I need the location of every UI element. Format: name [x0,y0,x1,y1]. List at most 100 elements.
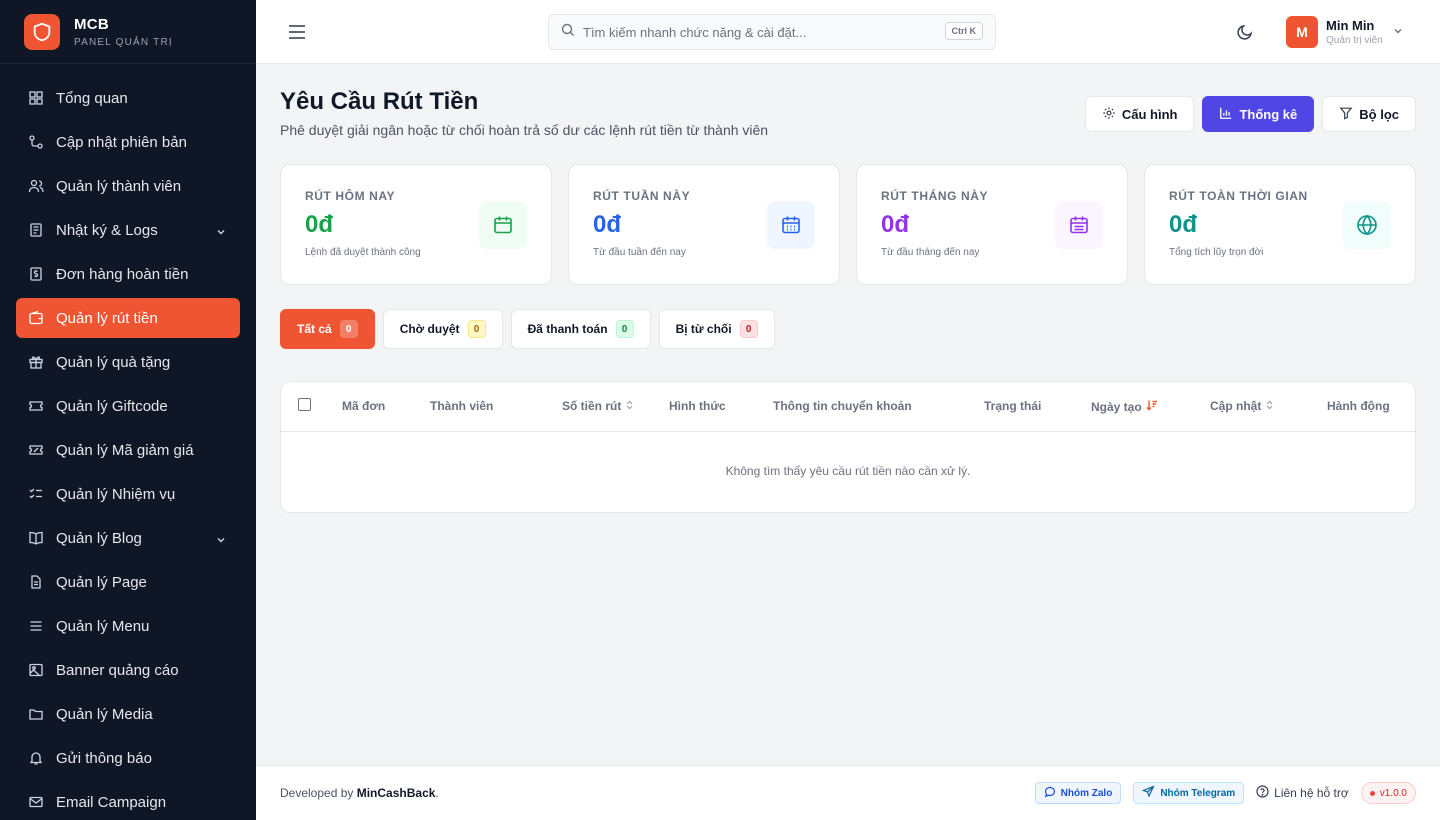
telegram-group-link[interactable]: Nhóm Telegram [1133,782,1245,804]
sidebar-item-don-hang[interactable]: Đơn hàng hoàn tiền [16,254,240,294]
bell-icon [28,750,44,766]
calendar-icon [479,201,527,249]
column-header-updated[interactable]: Cập nhật [1210,399,1274,413]
stats-button-label: Thống kê [1239,106,1298,122]
sidebar-item-label: Quản lý Nhiệm vụ [56,485,176,503]
sidebar-item-blog[interactable]: Quản lý Blog [16,518,240,558]
count-badge: 0 [467,320,486,338]
developer-link[interactable]: MinCashBack [357,786,436,800]
sidebar-item-qua-tang[interactable]: Quản lý quà tặng [16,342,240,382]
search-input[interactable] [583,24,923,40]
column-header-created[interactable]: Ngày tạo [1091,399,1158,414]
folder-icon [28,706,44,722]
hamburger-menu-icon[interactable] [288,22,306,42]
send-icon [1142,785,1156,801]
shield-logo-icon [24,13,60,50]
users-icon [28,178,44,194]
zalo-group-link[interactable]: Nhóm Zalo [1034,782,1122,804]
brand-subtitle: PANEL QUẢN TRỊ [74,36,173,48]
dashboard-icon [28,90,44,106]
brand[interactable]: MCB PANEL QUẢN TRỊ [0,0,256,64]
stat-card-all-time: RÚT TOÀN THỜI GIAN 0đ Tổng tích lũy trọn… [1144,164,1416,285]
image-icon [28,662,44,678]
page-icon [28,574,44,590]
sidebar-item-thong-bao[interactable]: Gửi thông báo [16,738,240,778]
stat-desc: Từ đầu tháng đến nay [881,247,980,258]
sidebar: MCB PANEL QUẢN TRỊ Tổng quan Cập nhật ph… [0,0,256,820]
chevron-down-icon [1393,23,1403,41]
column-header-code: Mã đơn [342,399,386,413]
user-name: Min Min [1326,18,1375,33]
tab-label: Tất cả [297,322,332,336]
tab-all[interactable]: Tất cả 0 [280,309,375,349]
chevron-down-icon [216,532,226,549]
developer-credit: Developed by MinCashBack. [280,786,439,800]
sidebar-item-label: Quản lý quà tặng [56,353,171,371]
mail-icon [28,794,44,810]
sort-icon [625,399,634,413]
tab-rejected[interactable]: Bị từ chối 0 [658,309,775,349]
sidebar-item-label: Quản lý Media [56,705,153,723]
stat-desc: Tổng tích lũy trọn đời [1169,247,1264,258]
bar-chart-icon [1219,106,1233,123]
column-header-actions: Hành động [1327,399,1390,413]
column-header-amount[interactable]: Số tiền rút [562,399,634,413]
sidebar-item-label: Quản lý thành viên [56,177,182,195]
sidebar-item-label: Nhật ký & Logs [56,221,158,239]
sidebar-item-media[interactable]: Quản lý Media [16,694,240,734]
user-menu[interactable]: M Min Min Quản trị viên [1286,16,1403,48]
brand-name: MCB [74,15,110,33]
column-header-bank-info: Thông tin chuyển khoản [773,399,912,413]
page-title: Yêu Cầu Rút Tiền [280,88,479,115]
sidebar-item-page[interactable]: Quản lý Page [16,562,240,602]
support-link[interactable]: Liên hệ hỗ trợ [1256,782,1349,804]
stat-label: RÚT TUẦN NÀY [593,189,691,203]
sort-desc-icon [1146,399,1158,414]
tab-pending[interactable]: Chờ duyệt 0 [382,309,503,349]
select-all-checkbox[interactable] [298,398,311,411]
search-bar[interactable]: Ctrl K [548,14,996,50]
sidebar-item-thanh-vien[interactable]: Quản lý thành viên [16,166,240,206]
sidebar-item-email[interactable]: Email Campaign [16,782,240,820]
sidebar-item-ma-giam-gia[interactable]: Quản lý Mã giảm giá [16,430,240,470]
sidebar-item-menu[interactable]: Quản lý Menu [16,606,240,646]
sidebar-item-tong-quan[interactable]: Tổng quan [16,78,240,118]
sort-icon [1265,399,1274,413]
sidebar-item-label: Gửi thông báo [56,749,152,767]
stats-button[interactable]: Thống kê [1202,96,1315,132]
version-badge: v1.0.0 [1360,782,1416,804]
checklist-icon [28,486,44,502]
sidebar-item-label: Quản lý Giftcode [56,397,168,415]
config-button[interactable]: Cấu hình [1084,96,1195,132]
page-actions: Cấu hình Thống kê Bộ lọc [1084,96,1416,132]
stat-value: 0đ [593,211,622,238]
sidebar-item-logs[interactable]: Nhật ký & Logs [16,210,240,250]
tab-label: Chờ duyệt [399,322,460,336]
config-button-label: Cấu hình [1121,106,1178,122]
filter-icon [1339,106,1353,123]
stat-value: 0đ [1169,211,1198,238]
top-header: Ctrl K M Min Min Quản trị viên [256,0,1440,64]
withdrawals-table: Mã đơn Thành viên Số tiền rút Hình thức … [280,381,1416,513]
logs-icon [28,222,44,238]
stat-value: 0đ [881,211,910,238]
status-dot-icon [1369,790,1375,796]
filter-button[interactable]: Bộ lọc [1322,96,1416,132]
sidebar-item-label: Tổng quan [56,89,128,107]
status-tabs: Tất cả 0 Chờ duyệt 0 Đã thanh toán 0 Bị … [280,309,775,349]
sidebar-item-rut-tien[interactable]: Quản lý rút tiền [16,298,240,338]
sidebar-item-label: Quản lý Mã giảm giá [56,441,194,459]
column-header-method: Hình thức [669,399,726,413]
gift-icon [28,354,44,370]
sidebar-item-label: Banner quảng cáo [56,661,179,679]
sidebar-item-label: Quản lý rút tiền [56,309,158,327]
moon-icon[interactable] [1236,23,1254,46]
sidebar-item-giftcode[interactable]: Quản lý Giftcode [16,386,240,426]
sidebar-item-label: Đơn hàng hoàn tiền [56,265,189,283]
tab-paid[interactable]: Đã thanh toán 0 [510,309,651,349]
footer-links: Nhóm Zalo Nhóm Telegram Liên hệ hỗ trợ v… [1034,782,1416,804]
sidebar-item-banner[interactable]: Banner quảng cáo [16,650,240,690]
receipt-icon [28,266,44,282]
sidebar-item-nhiem-vu[interactable]: Quản lý Nhiệm vụ [16,474,240,514]
sidebar-item-cap-nhat[interactable]: Cập nhật phiên bản [16,122,240,162]
